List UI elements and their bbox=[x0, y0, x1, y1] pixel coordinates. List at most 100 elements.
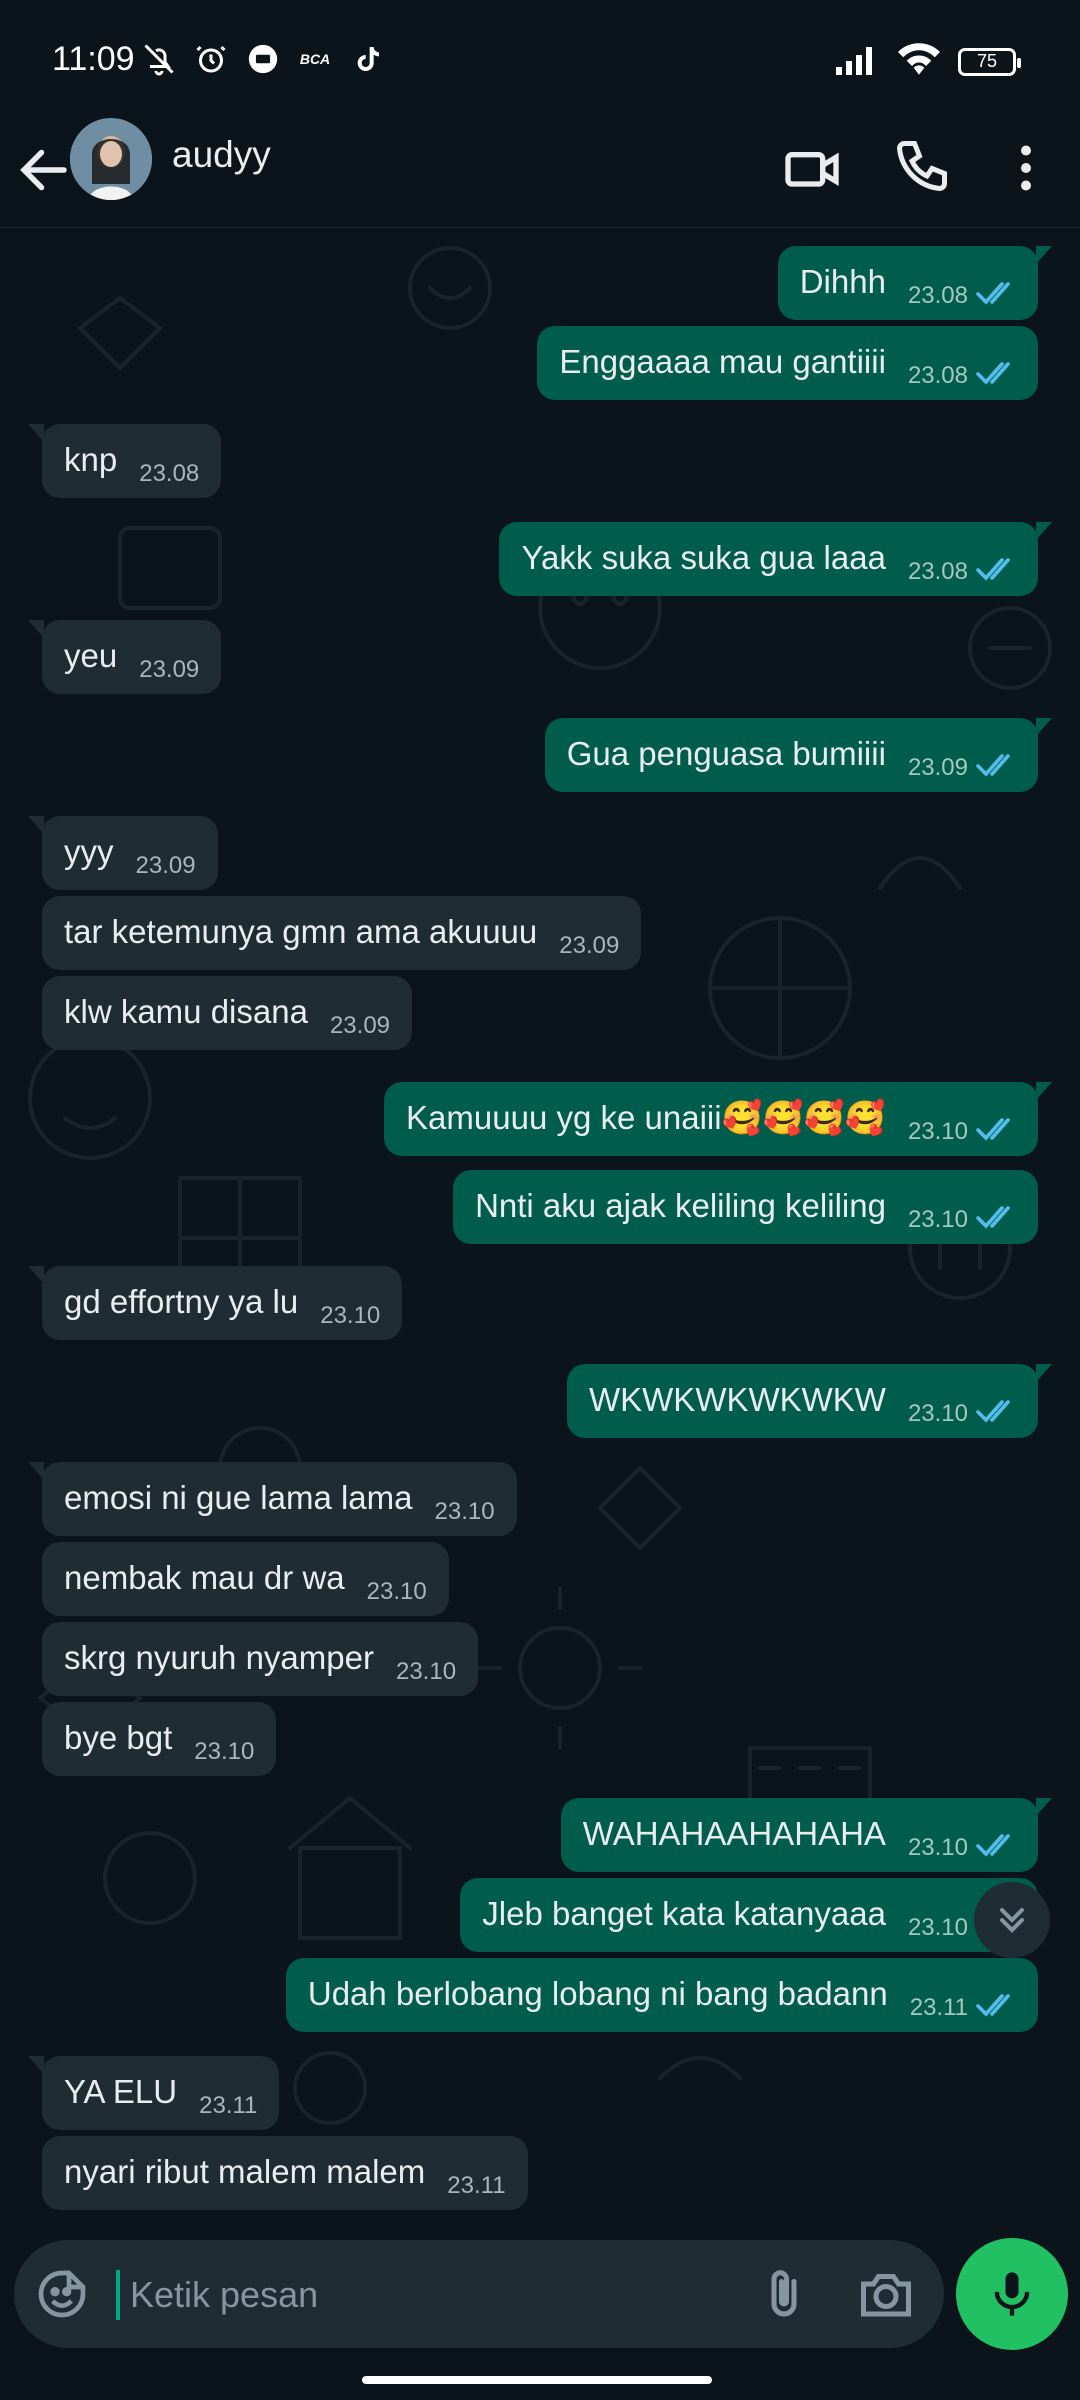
read-receipt-icon bbox=[976, 558, 1010, 581]
message-input-bar: Ketik pesan bbox=[14, 2240, 944, 2348]
message-time: 23.10 bbox=[907, 1118, 968, 1145]
attach-icon[interactable] bbox=[754, 2262, 814, 2326]
mic-icon bbox=[994, 2272, 1030, 2316]
message-time: 23.10 bbox=[907, 1206, 968, 1233]
incoming-message[interactable]: yeu 23.09 bbox=[27, 620, 222, 694]
message-text: Jleb banget kata katanyaaa bbox=[482, 1895, 886, 1932]
outgoing-message[interactable]: Gua penguasa bumiiii 23.09 bbox=[544, 718, 1053, 792]
message-time: 23.11 bbox=[909, 1994, 968, 2021]
incoming-message[interactable]: emosi ni gue lama lama 23.10 bbox=[28, 1462, 517, 1536]
message-text: emosi ni gue lama lama bbox=[64, 1479, 413, 1516]
message-time: 23.08 bbox=[907, 282, 968, 309]
message-text: yyy bbox=[64, 833, 114, 870]
message-time: 23.10 bbox=[907, 1400, 968, 1427]
outgoing-message[interactable]: Yakk suka suka gua laaa 23.08 bbox=[499, 522, 1052, 596]
status-bar: 11:09 BCA 75 bbox=[0, 0, 1080, 118]
emoji-icon[interactable] bbox=[34, 2266, 90, 2322]
message-text: Enggaaaa mau gantiiii bbox=[559, 343, 886, 380]
message-text: Gua penguasa bumiiii bbox=[566, 735, 886, 772]
message-time: 23.09 bbox=[135, 852, 196, 879]
incoming-message[interactable]: skrg nyuruh nyamper 23.10 bbox=[42, 1622, 479, 1696]
contact-name[interactable]: audyy bbox=[172, 134, 271, 176]
incoming-message[interactable]: YA ELU 23.11 bbox=[27, 2056, 280, 2130]
incoming-message[interactable]: nyari ribut malem malem 23.11 bbox=[42, 2136, 528, 2210]
incoming-message[interactable]: knp 23.08 bbox=[27, 424, 222, 498]
outgoing-message[interactable]: Kamuuuu yg ke unaiii🥰🥰🥰🥰 23.10 bbox=[384, 1082, 1052, 1156]
message-text: tar ketemunya gmn ama akuuuu bbox=[64, 913, 538, 950]
read-receipt-icon bbox=[976, 1834, 1010, 1857]
tiktok-icon bbox=[348, 40, 386, 78]
message-time: 23.08 bbox=[139, 460, 200, 487]
message-time: 23.10 bbox=[434, 1498, 495, 1525]
message-text: Dihhh bbox=[799, 263, 886, 300]
back-arrow-icon[interactable] bbox=[14, 140, 74, 200]
text-caret bbox=[116, 2270, 120, 2320]
message-time: 23.10 bbox=[366, 1578, 427, 1605]
video-call-icon[interactable] bbox=[780, 136, 844, 200]
incoming-message[interactable]: yyy 23.09 bbox=[28, 816, 218, 890]
message-text: knp bbox=[64, 441, 118, 478]
message-input[interactable]: Ketik pesan bbox=[130, 2274, 318, 2316]
message-text: Kamuuuu yg ke unaiii🥰🥰🥰🥰 bbox=[406, 1099, 886, 1136]
message-text: skrg nyuruh nyamper bbox=[64, 1639, 374, 1676]
message-time: 23.09 bbox=[139, 656, 200, 683]
message-text: YA ELU bbox=[64, 2073, 178, 2110]
message-text: bye bgt bbox=[64, 1719, 173, 1756]
gesture-nav-handle[interactable] bbox=[362, 2376, 712, 2384]
message-text: nyari ribut malem malem bbox=[64, 2153, 426, 2190]
message-time: 23.11 bbox=[199, 2092, 258, 2119]
message-text: gd effortny ya lu bbox=[64, 1283, 299, 1320]
message-text: nembak mau dr wa bbox=[64, 1559, 345, 1596]
wifi-icon bbox=[898, 42, 940, 81]
read-receipt-icon bbox=[976, 1206, 1010, 1229]
read-receipt-icon bbox=[976, 1400, 1010, 1423]
chevron-down-icon bbox=[1000, 1908, 1024, 1933]
alarm-icon bbox=[192, 40, 230, 78]
bca-icon: BCA bbox=[299, 51, 331, 67]
message-time: 23.10 bbox=[907, 1914, 968, 1941]
incoming-message[interactable]: klw kamu disana 23.09 bbox=[42, 976, 413, 1050]
message-text: Udah berlobang lobang ni bang badann bbox=[307, 1975, 888, 2012]
outgoing-message[interactable]: Udah berlobang lobang ni bang badann 23.1… bbox=[285, 1958, 1038, 2032]
outgoing-message[interactable]: Dihhh 23.08 bbox=[777, 246, 1053, 320]
incoming-message[interactable]: gd effortny ya lu 23.10 bbox=[27, 1266, 403, 1340]
scroll-down-button[interactable] bbox=[974, 1882, 1050, 1958]
mic-button[interactable] bbox=[956, 2238, 1068, 2350]
message-text: WKWKWKWKWKW bbox=[589, 1381, 886, 1418]
mute-icon bbox=[140, 40, 178, 78]
message-text: Yakk suka suka gua laaa bbox=[521, 539, 886, 576]
read-receipt-icon bbox=[976, 1994, 1010, 2017]
status-time: 11:09 bbox=[52, 40, 135, 78]
message-time: 23.10 bbox=[320, 1302, 381, 1329]
more-vert-icon[interactable] bbox=[996, 136, 1056, 200]
message-time: 23.08 bbox=[907, 362, 968, 389]
incoming-message[interactable]: nembak mau dr wa 23.10 bbox=[42, 1542, 449, 1616]
message-time: 23.10 bbox=[194, 1738, 255, 1765]
phone-call-icon[interactable] bbox=[892, 136, 956, 200]
message-time: 23.10 bbox=[395, 1658, 457, 1685]
message-text: klw kamu disana bbox=[64, 993, 308, 1030]
status-icons-right: 75 bbox=[836, 42, 1021, 81]
status-icons-left: BCA bbox=[140, 40, 386, 78]
message-time: 23.10 bbox=[907, 1834, 968, 1861]
message-text: Nnti aku ajak keliling keliling bbox=[475, 1187, 886, 1224]
battery-icon: 75 bbox=[958, 47, 1021, 76]
outgoing-message[interactable]: WAHAHAAHAHAHA 23.10 bbox=[560, 1798, 1053, 1872]
read-receipt-icon bbox=[976, 754, 1010, 777]
outgoing-message[interactable]: Jleb banget kata katanyaaa 23.10 bbox=[460, 1878, 1038, 1952]
message-time: 23.09 bbox=[907, 754, 968, 781]
message-time: 23.09 bbox=[559, 932, 620, 959]
camera-icon[interactable] bbox=[854, 2264, 918, 2324]
signal-icon bbox=[836, 43, 880, 80]
message-text: yeu bbox=[64, 637, 118, 674]
incoming-message[interactable]: tar ketemunya gmn ama akuuuu 23.09 bbox=[42, 896, 642, 970]
app-icon bbox=[244, 40, 282, 78]
outgoing-message[interactable]: Nnti aku ajak keliling keliling 23.10 bbox=[453, 1170, 1038, 1244]
outgoing-message[interactable]: Enggaaaa mau gantiiii 23.08 bbox=[537, 326, 1038, 400]
message-time: 23.08 bbox=[907, 558, 968, 585]
outgoing-message[interactable]: WKWKWKWKWKW 23.10 bbox=[567, 1364, 1052, 1438]
chat-header: audyy bbox=[0, 118, 1080, 228]
read-receipt-icon bbox=[976, 282, 1010, 305]
incoming-message[interactable]: bye bgt 23.10 bbox=[42, 1702, 277, 1776]
avatar[interactable] bbox=[70, 118, 152, 200]
